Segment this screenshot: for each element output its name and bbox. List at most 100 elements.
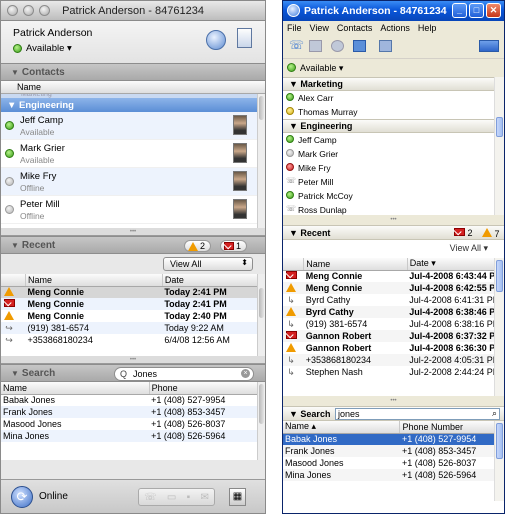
search-name-column-header[interactable]: Name <box>1 382 150 395</box>
directory-book-icon[interactable] <box>237 28 252 48</box>
recent-scrollbar[interactable] <box>494 258 504 396</box>
search-icon[interactable]: ⌕ <box>492 408 497 419</box>
missed-alerts-badge[interactable]: 2 <box>184 240 212 252</box>
recent-row[interactable]: Gannon Robert Jul-4-2008 6:36:30 PM <box>283 342 504 354</box>
recent-name-column-header[interactable]: Name <box>303 258 408 271</box>
phone-icon[interactable]: ☏ <box>289 38 304 52</box>
status-selector[interactable]: Available ▾ <box>13 43 72 54</box>
contact-row[interactable]: Thomas Murray <box>283 105 504 119</box>
chat-icon[interactable] <box>331 40 344 52</box>
connection-sync-icon[interactable]: ⟳ <box>11 486 33 508</box>
chat-icon[interactable]: ▪ <box>187 492 191 503</box>
voicemail-badge[interactable]: 2 <box>454 228 473 238</box>
video-icon[interactable]: ▭ <box>167 492 176 503</box>
view-all-dropdown[interactable]: View All ⬍ <box>163 257 253 271</box>
contacts-column-header[interactable]: Name <box>1 81 265 94</box>
resize-grip[interactable]: ••• <box>1 228 265 236</box>
resize-grip[interactable]: ••• <box>283 396 504 406</box>
contact-row[interactable]: Patrick McCoy <box>283 189 504 203</box>
phone-icon[interactable]: ☏ <box>144 492 157 503</box>
contact-row[interactable]: Mike Fry Offline <box>1 168 265 196</box>
dialpad-icon[interactable] <box>379 40 392 52</box>
recent-row[interactable]: Meng Connie Today 2:41 PM <box>1 286 265 298</box>
icon-column-header[interactable] <box>1 274 26 287</box>
contact-row[interactable]: Mark Grier <box>283 147 504 161</box>
menu-view[interactable]: View <box>310 23 329 35</box>
search-phone-column-header[interactable]: Phone Number <box>399 421 504 434</box>
recent-scrollbar[interactable] <box>257 274 265 356</box>
voicemail-badge[interactable]: 1 <box>220 240 248 252</box>
close-button[interactable]: ✕ <box>486 3 501 18</box>
contacts-scrollbar[interactable] <box>494 77 504 215</box>
recent-date-column-header[interactable]: Date ▾ <box>407 258 504 271</box>
recent-row[interactable]: Meng Connie Jul-4-2008 6:42:55 PM <box>283 282 504 294</box>
dialpad-icon[interactable]: ▦ <box>229 488 246 506</box>
recent-row[interactable]: ↪ +353868180234 6/4/08 12:56 AM <box>1 334 265 346</box>
search-result-row[interactable]: Mina Jones +1 (408) 526-5964 <box>1 430 265 442</box>
menu-contacts[interactable]: Contacts <box>337 23 373 35</box>
icon-column-header[interactable] <box>283 258 305 271</box>
search-result-row[interactable]: Mina Jones +1 (408) 526-5964 <box>283 469 504 481</box>
contact-row[interactable]: ☏ Peter Mill <box>283 175 504 189</box>
contact-row[interactable]: Alex Carr <box>283 91 504 105</box>
group-header-engineering[interactable]: ▼ Engineering <box>283 119 504 133</box>
search-result-row[interactable]: Masood Jones +1 (408) 526-8037 <box>283 457 504 469</box>
group-header-engineering[interactable]: ▼ Engineering <box>1 98 265 112</box>
contacts-section-header[interactable]: ▼ Contacts <box>1 63 265 81</box>
contact-row[interactable]: Peter Mill Offline <box>1 196 265 224</box>
search-result-row[interactable]: Babak Jones +1 (408) 527-9954 <box>1 394 265 406</box>
search-result-row[interactable]: Babak Jones +1 (408) 527-9954 <box>283 433 504 445</box>
recent-row[interactable]: ↳ Byrd Cathy Jul-4-2008 6:41:31 PM <box>283 294 504 306</box>
maximize-button[interactable]: □ <box>469 3 484 18</box>
search-phone-column-header[interactable]: Phone <box>149 382 265 395</box>
recent-date-column-header[interactable]: Date <box>162 274 265 287</box>
recent-row[interactable]: ↳ +353868180234 Jul-2-2008 4:05:31 PM <box>283 354 504 366</box>
search-scrollbar[interactable] <box>494 421 504 501</box>
search-name-column-header[interactable]: Name ▴ <box>283 421 401 434</box>
chat-bubble-icon[interactable] <box>206 30 226 50</box>
mac-title-bar[interactable]: Patrick Anderson - 84761234 <box>1 1 265 21</box>
search-result-row[interactable]: Frank Jones +1 (408) 853-3457 <box>1 406 265 418</box>
disclosure-triangle-icon: ▼ <box>11 241 19 250</box>
contact-row[interactable]: Mike Fry <box>283 161 504 175</box>
recent-section-header[interactable]: ▼ Recent 2 1 <box>1 236 265 254</box>
recent-row[interactable]: ↳ (919) 381-6574 Jul-4-2008 6:38:16 PM <box>283 318 504 330</box>
clear-search-icon[interactable]: × <box>241 369 250 378</box>
recent-row[interactable]: Byrd Cathy Jul-4-2008 6:38:46 PM <box>283 306 504 318</box>
recent-row[interactable]: Meng Connie Today 2:41 PM <box>1 298 265 310</box>
search-scrollbar[interactable] <box>257 382 265 460</box>
search-input[interactable]: Q Jones × <box>114 367 254 381</box>
contact-row[interactable]: Mark Grier Available <box>1 140 265 168</box>
view-all-dropdown[interactable]: View All ▾ <box>283 240 504 258</box>
search-result-row[interactable]: Frank Jones +1 (408) 853-3457 <box>283 445 504 457</box>
recent-row[interactable]: Meng Connie Jul-4-2008 6:43:44 PM <box>283 270 504 282</box>
video-icon[interactable] <box>309 40 322 52</box>
recent-row[interactable]: ↪ (919) 381-6574 Today 9:22 AM <box>1 322 265 334</box>
contact-row[interactable]: Jeff Camp <box>283 133 504 147</box>
menu-help[interactable]: Help <box>418 23 437 35</box>
recent-row[interactable]: ↳ Stephen Nash Jul-2-2008 2:44:24 PM <box>283 366 504 378</box>
resize-grip[interactable]: ••• <box>1 356 265 364</box>
search-input[interactable]: jones ⌕ <box>335 408 500 420</box>
menu-actions[interactable]: Actions <box>380 23 410 35</box>
group-header-marketing[interactable]: ▼ Marketing <box>283 77 504 91</box>
resize-grip[interactable]: ••• <box>283 215 504 225</box>
search-section-header[interactable]: ▼ Search jones ⌕ <box>283 406 504 421</box>
minimize-button[interactable]: _ <box>452 3 467 18</box>
win-title-bar[interactable]: Patrick Anderson - 84761234 _ □ ✕ <box>283 1 504 21</box>
status-selector[interactable]: Available ▾ <box>283 59 504 77</box>
email-icon[interactable] <box>353 40 366 52</box>
search-result-row[interactable]: Masood Jones +1 (408) 526-8037 <box>1 418 265 430</box>
menu-file[interactable]: File <box>287 23 302 35</box>
layout-menu-icon[interactable] <box>479 40 499 52</box>
recent-row[interactable]: Meng Connie Today 2:40 PM <box>1 310 265 322</box>
contacts-scrollbar[interactable] <box>257 94 265 228</box>
search-section-header[interactable]: ▼ Search Q Jones × <box>1 364 265 382</box>
recent-name-column-header[interactable]: Name <box>25 274 163 287</box>
recent-section-header[interactable]: ▼ Recent 2 7 <box>283 225 504 240</box>
missed-alerts-badge[interactable]: 7 <box>482 228 500 239</box>
contact-row[interactable]: Jeff Camp Available <box>1 112 265 140</box>
email-icon[interactable]: ✉ <box>200 492 208 503</box>
recent-row[interactable]: Gannon Robert Jul-4-2008 6:37:32 PM <box>283 330 504 342</box>
contact-row[interactable]: ☏ Ross Dunlap <box>283 203 504 215</box>
